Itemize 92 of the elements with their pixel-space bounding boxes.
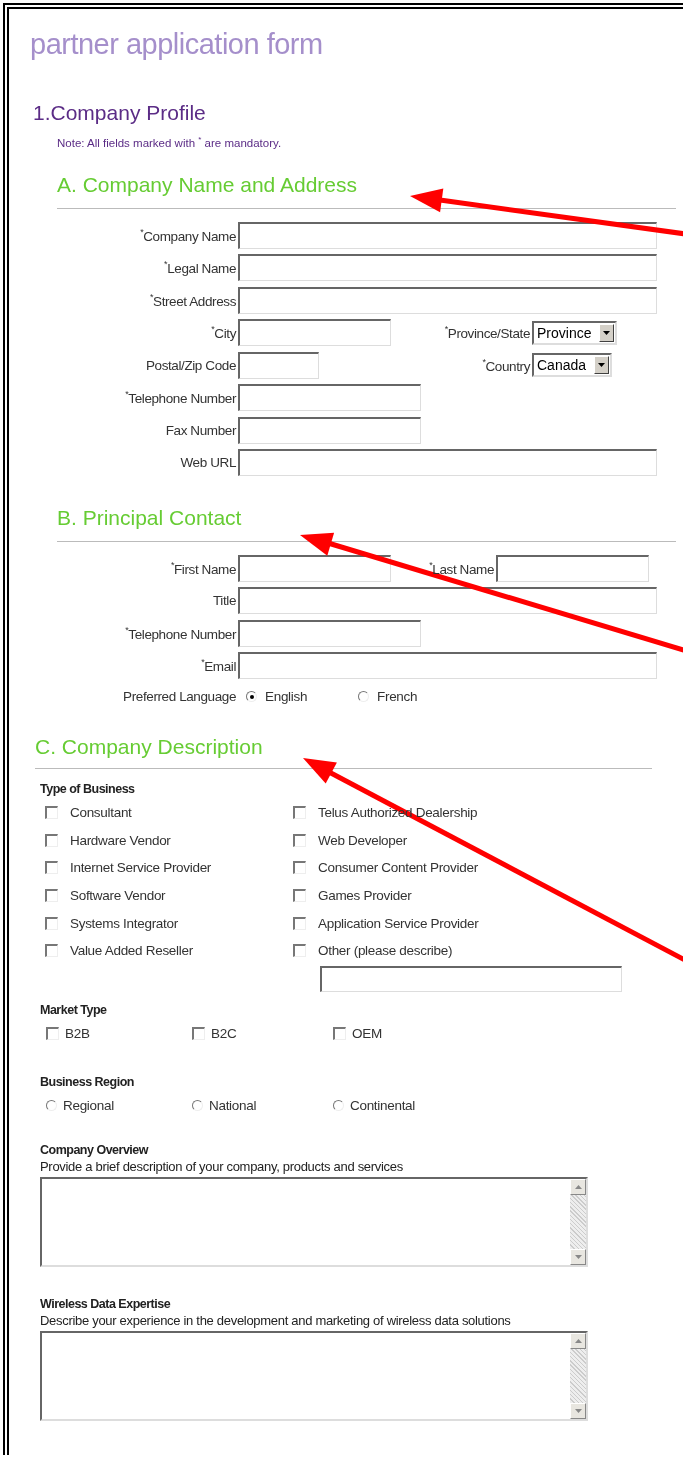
field-label: $^{*}$Email: [200, 657, 237, 674]
scroll-down-icon[interactable]: [570, 1249, 586, 1266]
option-label: Hardware Vendor: [70, 832, 171, 848]
scroll-down-icon[interactable]: [570, 1403, 586, 1420]
option-label: B2C: [211, 1026, 237, 1042]
text-field[interactable]: [238, 351, 319, 379]
option-label: OEM: [352, 1026, 382, 1042]
hint-text: Describe your experience in the development and marketing of wireless data solutions: [40, 1312, 512, 1330]
field-label: Fax Number: [164, 422, 238, 438]
option-label: Games Provider: [318, 887, 412, 903]
hint-text: Provide a brief description of your company, products and services: [40, 1158, 404, 1176]
checkbox[interactable]: [333, 1027, 346, 1041]
scroll-up-icon[interactable]: [570, 1179, 586, 1196]
section-title: 1.Company Profile: [33, 100, 207, 126]
checkbox[interactable]: [293, 916, 306, 930]
dropdown[interactable]: Province: [532, 320, 618, 345]
option-label: Consultant: [70, 805, 132, 821]
text-field[interactable]: [238, 254, 657, 282]
option-label: Software Vendor: [70, 887, 166, 903]
page-title: partner application form: [30, 27, 324, 62]
radio-button[interactable]: [192, 1100, 203, 1112]
option-label: Consumer Content Provider: [318, 860, 478, 876]
field-label: $^{*}$Legal Name: [163, 259, 237, 276]
text-field[interactable]: [238, 416, 421, 444]
text-field[interactable]: [238, 652, 657, 680]
dropdown[interactable]: Canada: [532, 353, 613, 378]
option-label: Other (please describe): [318, 943, 453, 959]
text-field[interactable]: [238, 619, 421, 647]
checkbox[interactable]: [45, 888, 58, 902]
field-label: $^{*}$Telephone Number: [124, 624, 238, 642]
group-label: Wireless Data Expertise: [40, 1297, 172, 1313]
checkbox[interactable]: [45, 861, 58, 875]
field-label: $^{*}$First Name: [169, 559, 237, 577]
option-label: Web Developer: [318, 832, 407, 848]
radio-button[interactable]: [246, 691, 257, 703]
field-label: Title: [212, 593, 237, 609]
checkbox[interactable]: [293, 833, 306, 847]
checkbox[interactable]: [45, 916, 58, 930]
text-area[interactable]: [40, 1177, 588, 1268]
field-label: $^{*}$Country: [481, 356, 532, 374]
checkbox[interactable]: [293, 861, 306, 875]
group-label: Business Region: [40, 1075, 135, 1091]
field-label: $^{*}$Telephone Number: [124, 389, 238, 406]
scrollbar[interactable]: [570, 1179, 586, 1266]
option-label: National: [209, 1098, 257, 1114]
text-area[interactable]: [40, 1331, 588, 1422]
checkbox[interactable]: [293, 944, 306, 958]
section-heading: A. Company Name and Address: [57, 171, 358, 198]
option-label: Application Service Provider: [318, 915, 479, 931]
group-label: Company Overview: [40, 1143, 150, 1159]
checkbox[interactable]: [45, 833, 58, 847]
group-label: Type of Business: [40, 781, 136, 797]
checkbox[interactable]: [46, 1027, 59, 1041]
checkbox[interactable]: [293, 888, 306, 902]
checkbox[interactable]: [293, 806, 306, 820]
radio-button[interactable]: [333, 1100, 344, 1112]
radio-button[interactable]: [46, 1100, 57, 1112]
radio-button[interactable]: [358, 691, 369, 703]
field-label: $^{*}$Street Address: [148, 291, 237, 309]
scroll-up-icon[interactable]: [570, 1333, 586, 1350]
checkbox[interactable]: [45, 944, 58, 958]
field-label: Postal/Zip Code: [144, 357, 237, 373]
text-field[interactable]: [238, 286, 657, 314]
text-field[interactable]: [238, 319, 391, 347]
text-field[interactable]: [238, 587, 657, 615]
section-heading: B. Principal Contact: [57, 504, 243, 531]
field-label: $^{*}$Company Name: [139, 226, 237, 244]
field-label: $^{*}$City: [210, 324, 238, 341]
option-label: French: [377, 689, 418, 705]
note-text: Note: All fields marked with $^{*}$ are mandatory.: [57, 134, 283, 150]
section-heading: C. Company Description: [35, 733, 264, 760]
option-label: Internet Service Provider: [70, 860, 212, 876]
text-field[interactable]: [238, 384, 421, 412]
text-field[interactable]: [238, 554, 391, 582]
text-field[interactable]: [238, 221, 657, 249]
field-label: Preferred Language: [122, 689, 237, 705]
checkbox[interactable]: [192, 1027, 205, 1041]
option-label: Systems Integrator: [70, 915, 178, 931]
text-field[interactable]: [496, 554, 649, 582]
checkbox[interactable]: [45, 806, 58, 820]
field-label: $^{*}$Last Name: [428, 559, 495, 577]
option-label: B2B: [65, 1026, 90, 1042]
scrollbar[interactable]: [570, 1333, 586, 1420]
text-field[interactable]: [320, 966, 622, 993]
text-field[interactable]: [238, 449, 657, 477]
group-label: Market Type: [40, 1003, 108, 1019]
option-label: English: [265, 689, 308, 705]
field-label: $^{*}$Province/State: [443, 324, 531, 341]
field-label: Web URL: [179, 455, 237, 471]
option-label: Continental: [350, 1098, 415, 1114]
option-label: Value Added Reseller: [70, 943, 193, 959]
option-label: Regional: [63, 1098, 114, 1114]
